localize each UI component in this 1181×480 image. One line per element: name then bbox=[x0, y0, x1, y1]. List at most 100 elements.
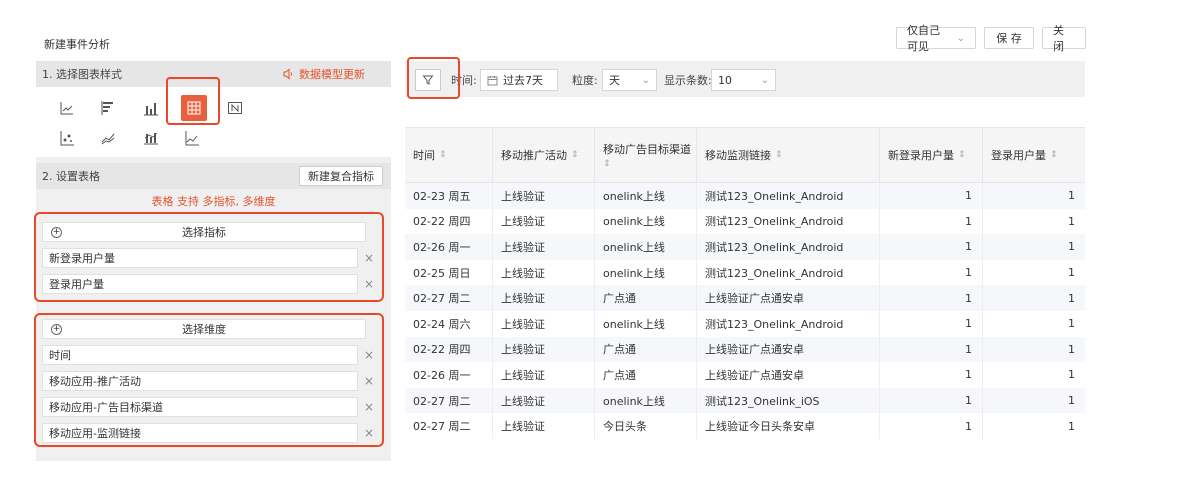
table-cell: 上线验证 bbox=[493, 336, 595, 363]
number-icon[interactable] bbox=[224, 97, 246, 119]
table-cell: 1 bbox=[880, 362, 983, 388]
data-table: 时间 ⇕ 移动推广活动 ⇕ 移动广告目标渠道 ⇕ 移动监测链接 ⇕ 新登录用户量 ⇕ 登录… bbox=[405, 127, 1085, 439]
remove-icon[interactable]: × bbox=[364, 277, 374, 291]
sort-icon[interactable]: ⇕ bbox=[958, 150, 966, 160]
table-cell: 02-24 周六 bbox=[405, 310, 493, 337]
bar-chart-icon[interactable] bbox=[140, 97, 162, 119]
step2-title: 2. 设置表格 bbox=[42, 170, 100, 183]
select-dimension-button[interactable]: + 选择维度 bbox=[42, 319, 366, 339]
table-cell: 1 bbox=[880, 285, 983, 311]
scatter-icon[interactable] bbox=[56, 127, 78, 149]
sort-icon[interactable]: ⇕ bbox=[1050, 150, 1058, 160]
chevron-down-icon: ⌄ bbox=[956, 32, 965, 44]
table-header: 时间 ⇕ 移动推广活动 ⇕ 移动广告目标渠道 ⇕ 移动监测链接 ⇕ 新登录用户量 ⇕ 登录… bbox=[405, 127, 1085, 183]
calendar-icon bbox=[487, 75, 498, 85]
remove-icon[interactable]: × bbox=[364, 374, 374, 388]
remove-icon[interactable]: × bbox=[364, 400, 374, 414]
filter-bar: 时间: 过去7天 粒度: 天 ⌄ 显示条数: 10 ⌄ bbox=[405, 61, 1085, 97]
dimension-item[interactable]: 移动应用-监测链接 bbox=[42, 423, 358, 443]
chevron-down-icon: ⌄ bbox=[760, 74, 769, 86]
table-cell: 上线验证 bbox=[493, 310, 595, 337]
column-header-label: 时间 bbox=[413, 149, 435, 162]
dimension-row: 移动应用-推广活动 × bbox=[42, 371, 374, 391]
table-cell: onelink上线 bbox=[595, 387, 697, 414]
sort-icon[interactable]: ⇕ bbox=[571, 150, 579, 160]
rows-select[interactable]: 10 ⌄ bbox=[711, 69, 776, 91]
table-cell: 广点通 bbox=[595, 362, 697, 388]
sort-icon[interactable]: ⇕ bbox=[439, 150, 447, 160]
sort-icon[interactable]: ⇕ bbox=[603, 159, 611, 169]
table-cell: 02-25 周日 bbox=[405, 259, 493, 286]
table-cell: 1 bbox=[880, 336, 983, 363]
table-cell: 测试123_Onelink_Android bbox=[697, 234, 880, 260]
rows-label: 显示条数: bbox=[664, 74, 712, 87]
table-cell: 测试123_Onelink_Android bbox=[697, 183, 880, 209]
table-row: 02-27 周二 上线验证 今日头条 上线验证今日头条安卓 1 1 bbox=[405, 413, 1085, 439]
horizontal-bar-icon[interactable] bbox=[97, 97, 119, 119]
table-cell: 测试123_Onelink_iOS bbox=[697, 387, 880, 414]
table-cell: 1 bbox=[1068, 394, 1075, 408]
table-cell: 02-22 周四 bbox=[405, 208, 493, 235]
column-header[interactable]: 登录用户量 ⇕ bbox=[983, 128, 1085, 182]
table-cell: 上线验证 bbox=[493, 183, 595, 209]
table-row: 02-27 周二 上线验证 广点通 上线验证广点通安卓 1 1 bbox=[405, 285, 1085, 311]
table-row: 02-27 周二 上线验证 onelink上线 测试123_Onelink_iOS 1 1 bbox=[405, 387, 1085, 414]
table-cell: 1 bbox=[880, 387, 983, 414]
close-button[interactable]: 关 闭 bbox=[1042, 24, 1086, 53]
stacked-bar-icon[interactable] bbox=[140, 127, 162, 149]
sort-icon[interactable]: ⇕ bbox=[775, 150, 783, 160]
select-metric-button[interactable]: + 选择指标 bbox=[42, 222, 366, 242]
remove-icon[interactable]: × bbox=[364, 348, 374, 362]
table-row: 02-23 周五 上线验证 onelink上线 测试123_Onelink_Andro… bbox=[405, 183, 1085, 209]
column-header-label: 移动广告目标渠道 bbox=[603, 143, 691, 156]
table-cell: 今日头条 bbox=[595, 413, 697, 439]
dimension-item[interactable]: 移动应用-广告目标渠道 bbox=[42, 397, 358, 417]
column-header-label: 移动监测链接 bbox=[705, 149, 771, 162]
table-icon-highlight bbox=[166, 77, 220, 125]
table-cell: onelink上线 bbox=[595, 259, 697, 286]
time-range-picker[interactable]: 过去7天 bbox=[480, 69, 558, 91]
column-header[interactable]: 移动推广活动 ⇕ bbox=[493, 128, 595, 182]
table-cell: 广点通 bbox=[595, 336, 697, 363]
table-cell: 上线验证 bbox=[493, 387, 595, 414]
table-row: 02-26 周一 上线验证 onelink上线 测试123_Onelink_Andro… bbox=[405, 234, 1085, 260]
model-update-label: 数据模型更新 bbox=[299, 68, 365, 81]
table-cell: 1 bbox=[1068, 214, 1075, 228]
metric-item[interactable]: 登录用户量 bbox=[42, 274, 358, 294]
line-chart-icon[interactable] bbox=[56, 97, 78, 119]
dual-axis-icon[interactable] bbox=[181, 127, 203, 149]
visibility-dropdown[interactable]: 仅自己可见 ⌄ bbox=[896, 24, 976, 53]
table-row: 02-22 周四 上线验证 onelink上线 测试123_Onelink_Andro… bbox=[405, 208, 1085, 235]
area-icon[interactable] bbox=[97, 127, 119, 149]
table-cell: 1 bbox=[1068, 368, 1075, 382]
select-dimension-label: 选择维度 bbox=[182, 323, 226, 336]
table-row: 02-24 周六 上线验证 onelink上线 测试123_Onelink_Andro… bbox=[405, 310, 1085, 337]
filter-button-highlight bbox=[407, 57, 460, 99]
table-support-hint: 表格 支持 多指标, 多维度 bbox=[151, 195, 276, 208]
column-header[interactable]: 时间 ⇕ bbox=[405, 128, 493, 182]
table-cell: 测试123_Onelink_Android bbox=[697, 208, 880, 235]
table-row: 02-22 周四 上线验证 广点通 上线验证广点通安卓 1 1 bbox=[405, 336, 1085, 363]
table-cell: 02-27 周二 bbox=[405, 413, 493, 439]
dimension-item[interactable]: 移动应用-推广活动 bbox=[42, 371, 358, 391]
column-header[interactable]: 移动广告目标渠道 ⇕ bbox=[595, 128, 697, 182]
granularity-select[interactable]: 天 ⌄ bbox=[602, 69, 657, 91]
remove-icon[interactable]: × bbox=[364, 251, 374, 265]
table-cell: 测试123_Onelink_Android bbox=[697, 310, 880, 337]
save-button[interactable]: 保 存 bbox=[984, 27, 1034, 49]
column-header[interactable]: 移动监测链接 ⇕ bbox=[697, 128, 880, 182]
table-cell: 上线验证广点通安卓 bbox=[697, 285, 880, 311]
speaker-icon bbox=[283, 68, 293, 80]
column-header[interactable]: 新登录用户量 ⇕ bbox=[880, 128, 983, 182]
dimension-item[interactable]: 时间 bbox=[42, 345, 358, 365]
remove-icon[interactable]: × bbox=[364, 426, 374, 440]
table-cell: 上线验证 bbox=[493, 362, 595, 388]
dimension-row: 时间 × bbox=[42, 345, 374, 365]
table-cell: 02-27 周二 bbox=[405, 387, 493, 414]
table-cell: onelink上线 bbox=[595, 310, 697, 337]
table-cell: 02-27 周二 bbox=[405, 285, 493, 311]
model-update-link[interactable]: 数据模型更新 bbox=[283, 66, 365, 82]
table-body: 02-23 周五 上线验证 onelink上线 测试123_Onelink_Andro… bbox=[405, 183, 1085, 439]
new-compound-metric-button[interactable]: 新建复合指标 bbox=[299, 166, 383, 186]
metric-item[interactable]: 新登录用户量 bbox=[42, 248, 358, 268]
